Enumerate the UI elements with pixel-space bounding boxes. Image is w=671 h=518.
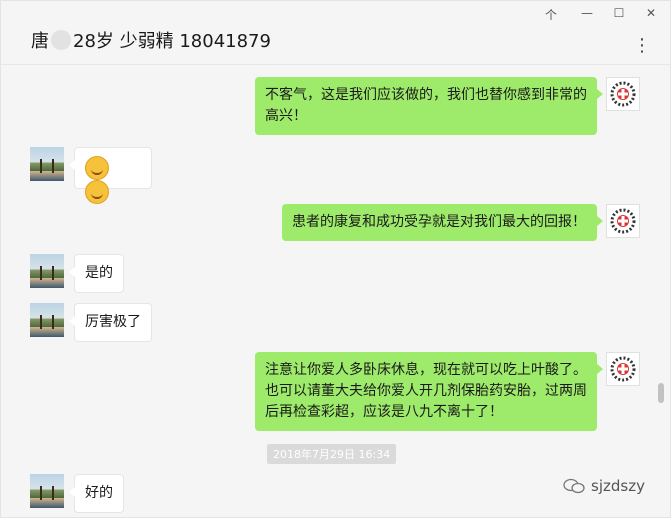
watermark: sjzdszy [563,477,645,495]
contact-avatar[interactable] [30,474,64,508]
message-bubble-received-emoji [69,147,152,204]
chat-window: 唐 28岁 少弱精 18041879 个 — ☐ ✕ ⋮ 不客气，这是我们应该做… [0,0,671,518]
chat-title: 唐 28岁 少弱精 18041879 [31,27,271,53]
message-bubble-sent: 不客气，这是我们应该做的，我们也替你感到非常的高兴！ [255,77,603,135]
pin-icon[interactable]: 个 [544,6,558,23]
message-bubble-received: 好的 [69,474,124,513]
minimize-button[interactable]: — [580,6,594,20]
chat-scrollbar[interactable] [658,383,664,403]
smile-emoji-icon [85,180,109,204]
message-bubble-sent: 注意让你爱人多卧床休息，现在就可以吃上叶酸了。也可以请董大夫给你爱人开几剂保胎药… [255,352,603,431]
contact-name-prefix: 唐 [31,31,49,52]
logo-icon [610,356,636,382]
message-bubble-received: 厉害极了 [69,303,152,342]
logo-icon [610,208,636,234]
smile-emoji-icon [85,156,109,180]
close-button[interactable]: ✕ [644,6,658,20]
contact-avatar[interactable] [30,147,64,181]
more-options-icon[interactable]: ⋮ [633,35,652,56]
my-avatar[interactable] [606,352,640,386]
logo-icon [610,81,636,107]
message-bubble-received: 是的 [69,254,124,293]
contact-avatar[interactable] [30,254,64,288]
my-avatar[interactable] [606,77,640,111]
contact-name-suffix: 28岁 少弱精 18041879 [73,31,271,52]
wechat-icon [563,478,585,494]
maximize-button[interactable]: ☐ [612,6,626,20]
contact-avatar[interactable] [30,303,64,337]
chat-header: 唐 28岁 少弱精 18041879 个 — ☐ ✕ ⋮ [1,1,670,65]
watermark-text: sjzdszy [591,477,645,495]
redacted-blur [51,30,71,50]
my-avatar[interactable] [606,204,640,238]
message-timestamp: 2018年7月29日 16:34 [267,444,397,464]
message-bubble-sent: 患者的康复和成功受孕就是对我们最大的回报！ [282,204,603,241]
